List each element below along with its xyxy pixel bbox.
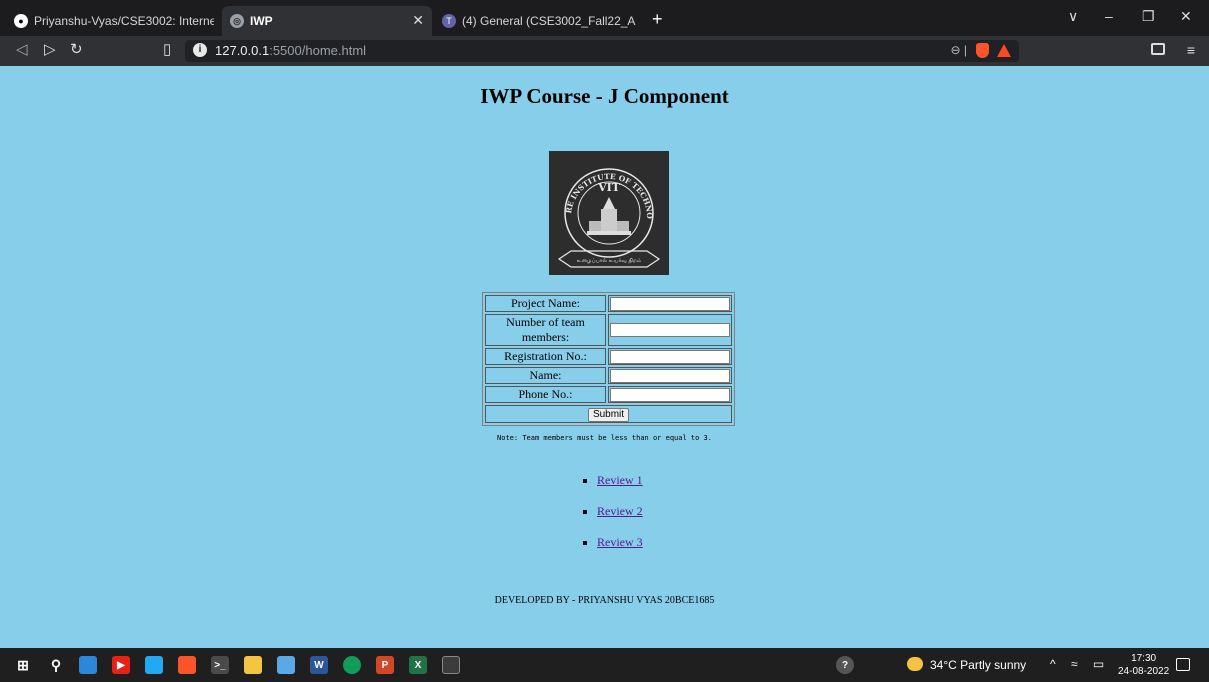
review-3-link[interactable]: Review 3 (597, 535, 643, 549)
windows-taskbar: ⊞ ⚲ ▶ >_ W P X ? 34°C Partly sunny ^ ≈ ▭… (0, 648, 1209, 682)
app-icon-1[interactable] (79, 656, 97, 674)
form-cell (608, 348, 732, 365)
developer-credit: DEVELOPED BY - PRIYANSHU VYAS 20BCE1685 (494, 595, 715, 606)
reload-icon[interactable]: ↻ (70, 42, 83, 58)
restore-button[interactable]: ❐ (1142, 8, 1155, 25)
project-name-input[interactable] (610, 296, 730, 311)
wallet-icon[interactable] (1151, 43, 1165, 55)
address-bar[interactable]: i 127.0.0.1:5500/home.html ⊖ | (185, 40, 1019, 62)
form-cell (608, 314, 732, 346)
registration-no-input[interactable] (610, 349, 730, 364)
globe-icon: ◎ (230, 14, 244, 28)
youtube-icon[interactable]: ▶ (112, 656, 130, 674)
submit-button[interactable]: Submit (587, 407, 630, 422)
url-text: 127.0.0.1:5500/home.html (215, 43, 366, 58)
vscode-icon[interactable] (145, 656, 163, 674)
form-cell (608, 367, 732, 384)
project-name-label: Project Name: (485, 295, 606, 312)
back-icon[interactable]: ◁ (16, 42, 28, 58)
site-info-icon[interactable]: i (193, 43, 207, 57)
team-members-input[interactable] (610, 323, 730, 337)
notification-icon[interactable] (1176, 658, 1190, 671)
tab-label: Priyanshu-Vyas/CSE3002: Internet And (34, 14, 214, 28)
close-tab-icon[interactable]: ✕ (412, 12, 424, 29)
list-item: Review 3 (597, 535, 643, 550)
minimize-button[interactable]: – (1105, 8, 1113, 24)
tab-iwp[interactable]: ◎ IWP ✕ (222, 6, 432, 36)
brave-shield-icon[interactable] (976, 43, 989, 58)
zoom-icon[interactable]: ⊖ | (950, 43, 967, 57)
form-row: Name: (485, 367, 732, 384)
edge-icon[interactable] (343, 656, 361, 674)
teams-icon: T (442, 14, 456, 28)
form-row: Phone No.: (485, 386, 732, 403)
search-icon[interactable]: ⚲ (47, 656, 65, 674)
vit-logo: VELLORE INSTITUTE OF TECHNOLOGY VIT உழைப… (545, 144, 669, 275)
brave-icon[interactable] (178, 656, 196, 674)
review-links-list: Review 1 Review 2 Review 3 (581, 473, 643, 566)
vit-logo-graphic: VELLORE INSTITUTE OF TECHNOLOGY VIT உழைப… (545, 144, 661, 268)
page-title: IWP Course - J Component (480, 84, 729, 108)
file-explorer-icon[interactable] (244, 656, 262, 674)
name-input[interactable] (610, 368, 730, 383)
url-host: 127.0.0.1 (215, 43, 270, 58)
app-icon-3[interactable] (442, 656, 460, 674)
url-path: :5500/home.html (269, 43, 367, 58)
tab-search-icon[interactable]: ∨ (1068, 8, 1078, 25)
form-row: Registration No.: (485, 348, 732, 365)
brave-rewards-icon[interactable] (997, 44, 1011, 57)
project-form: Project Name: Number of team members: Re… (482, 292, 735, 426)
new-tab-button[interactable]: + (652, 10, 663, 28)
form-row: Number of team members: (485, 314, 732, 346)
forward-icon[interactable]: ▷ (44, 42, 56, 58)
clock-time: 17:30 (1131, 653, 1157, 664)
phone-no-label: Phone No.: (485, 386, 606, 403)
tab-label: IWP (250, 14, 273, 28)
windows-start-icon[interactable]: ⊞ (14, 656, 32, 674)
browser-tab-strip: ● Priyanshu-Vyas/CSE3002: Internet And ◎… (0, 0, 1209, 36)
phone-no-input[interactable] (610, 387, 730, 402)
clock[interactable]: 17:30 24-08-2022 (1118, 652, 1169, 678)
tab-github[interactable]: ● Priyanshu-Vyas/CSE3002: Internet And (6, 6, 222, 36)
form-cell (608, 386, 732, 403)
bookmark-icon[interactable]: ▯ (163, 42, 171, 58)
web-page: IWP Course - J Component VELLORE INSTITU… (0, 66, 1209, 648)
powerpoint-icon[interactable]: P (376, 656, 394, 674)
github-icon: ● (14, 14, 28, 28)
registration-no-label: Registration No.: (485, 348, 606, 365)
weather-icon (907, 657, 923, 671)
weather-text[interactable]: 34°C Partly sunny (930, 658, 1026, 672)
system-tray-icons[interactable]: ^ ≈ ▭ (1050, 657, 1110, 671)
team-size-note: Note: Team members must be less than or … (497, 434, 712, 442)
excel-icon[interactable]: X (409, 656, 427, 674)
app-icon-2[interactable] (277, 656, 295, 674)
close-window-button[interactable]: ✕ (1180, 8, 1192, 25)
logo-motto: உழைப்பால் உயர்வு திறம் (577, 258, 642, 264)
form-row: Project Name: (485, 295, 732, 312)
review-2-link[interactable]: Review 2 (597, 504, 643, 518)
review-1-link[interactable]: Review 1 (597, 473, 643, 487)
tab-teams[interactable]: T (4) General (CSE3002_Fall22_A1_L43L4 (434, 6, 644, 36)
tab-label: (4) General (CSE3002_Fall22_A1_L43L4 (462, 14, 636, 28)
clock-date: 24-08-2022 (1118, 666, 1170, 677)
help-icon[interactable]: ? (836, 656, 854, 674)
logo-center-text: VIT (597, 181, 621, 194)
terminal-icon[interactable]: >_ (211, 656, 229, 674)
form-cell (608, 295, 732, 312)
word-icon[interactable]: W (310, 656, 328, 674)
form-row: Submit (485, 405, 732, 423)
browser-toolbar: ◁ ▷ ↻ ▯ i 127.0.0.1:5500/home.html ⊖ | ≡ (0, 36, 1209, 66)
menu-icon[interactable]: ≡ (1187, 42, 1195, 58)
name-label: Name: (485, 367, 606, 384)
team-members-label: Number of team members: (485, 314, 606, 346)
list-item: Review 1 (597, 473, 643, 488)
list-item: Review 2 (597, 504, 643, 519)
submit-cell: Submit (485, 405, 732, 423)
